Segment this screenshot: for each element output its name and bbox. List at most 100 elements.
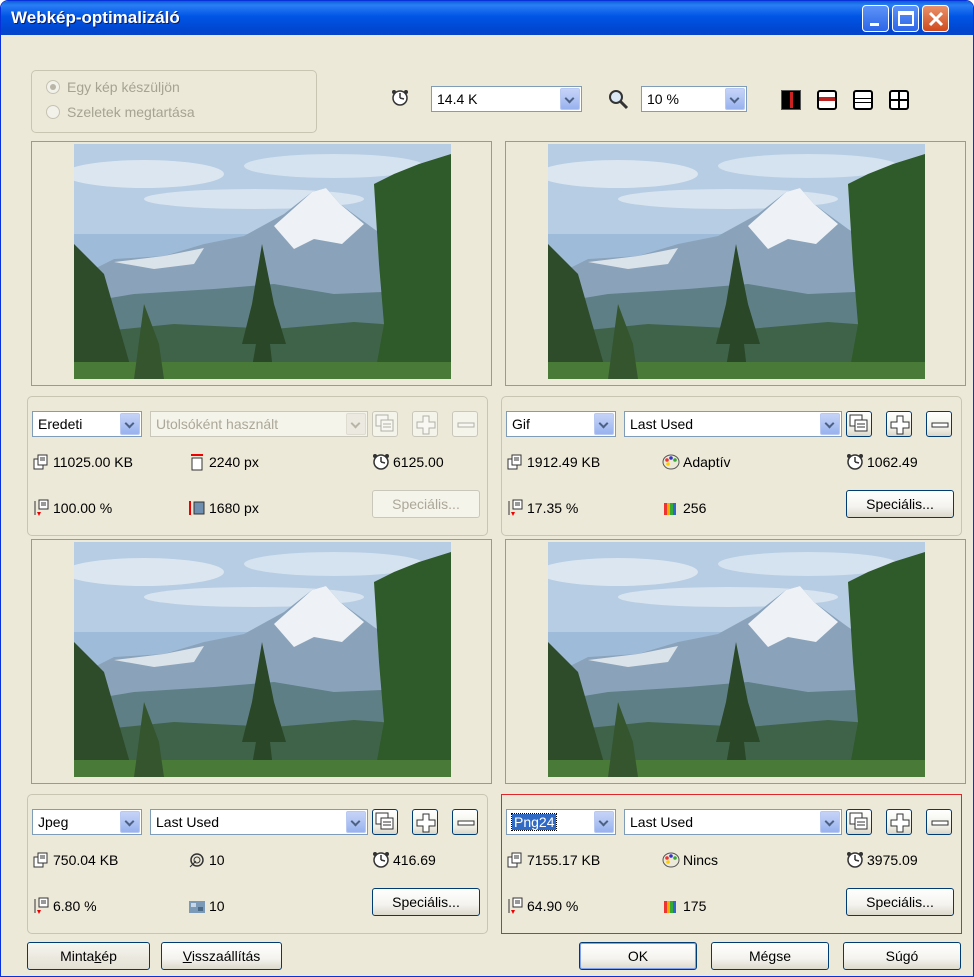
colors-icon — [662, 499, 680, 517]
add-preset-button[interactable] — [412, 809, 438, 835]
file-size-icon — [506, 851, 524, 869]
chevron-down-icon[interactable] — [120, 811, 140, 833]
zoom-select[interactable]: 10 % — [641, 86, 747, 112]
format-select[interactable]: Gif — [506, 411, 616, 437]
maximize-icon — [898, 11, 914, 26]
chevron-down-icon[interactable] — [820, 413, 840, 435]
preset-select[interactable]: Utolsóként használt — [150, 411, 368, 437]
ratio-icon — [32, 499, 50, 517]
remove-preset-button[interactable] — [452, 411, 478, 437]
copy-icon — [849, 414, 868, 432]
file-size-icon — [32, 453, 50, 471]
close-button[interactable] — [922, 5, 949, 32]
format-select-value: Png24 — [510, 813, 558, 831]
radio-slices-dot — [46, 105, 60, 119]
speed-select[interactable]: 14.4 K — [431, 86, 582, 112]
chevron-down-icon[interactable] — [820, 811, 840, 833]
smoothing-stat: 10 — [188, 897, 225, 915]
ratio-icon — [32, 897, 50, 915]
ratio-value: 17.35 % — [527, 500, 579, 516]
preview-original[interactable] — [31, 141, 492, 386]
chevron-down-icon[interactable] — [594, 811, 614, 833]
format-select[interactable]: Eredeti — [32, 411, 142, 437]
radio-keep-slices[interactable]: Szeletek megtartása — [46, 104, 195, 120]
preset-select[interactable]: Last Used — [624, 809, 842, 835]
chevron-down-icon[interactable] — [725, 88, 745, 110]
single-view-icon[interactable] — [781, 90, 801, 110]
file-size-stat: 1912.49 KB — [506, 453, 600, 471]
vertical-split-icon[interactable] — [853, 90, 873, 110]
format-select[interactable]: Jpeg — [32, 809, 142, 835]
chevron-down-icon[interactable] — [120, 413, 140, 435]
add-preset-button[interactable] — [886, 411, 912, 437]
download-time-value: 6125.00 — [393, 454, 444, 470]
sample-label-suffix: ép — [101, 948, 117, 964]
quality-stat: 10 — [188, 851, 225, 869]
preview-image — [548, 542, 925, 777]
reset-label-suffix: isszaállítás — [191, 948, 261, 964]
width-value: 2240 px — [209, 454, 259, 470]
cancel-button[interactable]: Mégse — [711, 942, 829, 970]
window-title: Webkép-optimalizáló — [11, 8, 180, 27]
copy-preset-button[interactable] — [846, 809, 872, 835]
ratio-value: 64.90 % — [527, 898, 579, 914]
special-button[interactable]: Speciális... — [846, 490, 954, 518]
horizontal-split-icon[interactable] — [817, 90, 837, 110]
chevron-down-icon[interactable] — [594, 413, 614, 435]
width-stat: 2240 px — [188, 453, 259, 471]
special-button[interactable]: Speciális... — [846, 888, 954, 916]
reset-button[interactable]: Visszaállítás — [161, 942, 282, 970]
radio-slices-label: Szeletek megtartása — [67, 104, 195, 120]
ratio-stat: 17.35 % — [506, 499, 578, 517]
preview-png[interactable] — [505, 539, 966, 784]
remove-preset-button[interactable] — [926, 809, 952, 835]
format-select[interactable]: Png24 — [506, 809, 616, 835]
clock-icon — [372, 851, 390, 869]
help-button[interactable]: Súgó — [843, 942, 961, 970]
preview-gif[interactable] — [505, 141, 966, 386]
palette-icon — [662, 453, 680, 471]
special-button[interactable]: Speciális... — [372, 490, 480, 518]
file-size-value: 750.04 KB — [53, 852, 119, 868]
copy-preset-button[interactable] — [372, 809, 398, 835]
ratio-stat: 100.00 % — [32, 499, 112, 517]
maximize-button[interactable] — [892, 5, 919, 32]
preset-select[interactable]: Last Used — [150, 809, 368, 835]
preview-jpeg[interactable] — [31, 539, 492, 784]
minimize-button[interactable] — [862, 5, 889, 32]
copy-preset-button[interactable] — [846, 411, 872, 437]
radio-single-image[interactable]: Egy kép készüljön — [46, 79, 180, 95]
chevron-down-icon[interactable] — [346, 811, 366, 833]
copy-preset-button[interactable] — [372, 411, 398, 437]
remove-preset-button[interactable] — [452, 809, 478, 835]
download-speed-icon — [391, 89, 409, 107]
download-time-value: 1062.49 — [867, 454, 918, 470]
download-time-stat: 1062.49 — [846, 453, 918, 471]
ratio-value: 100.00 % — [53, 500, 113, 516]
chevron-down-icon[interactable] — [346, 413, 366, 435]
palette-stat: Nincs — [662, 851, 718, 869]
file-size-icon — [506, 453, 524, 471]
clock-icon — [846, 851, 864, 869]
quad-view-icon[interactable] — [889, 90, 909, 110]
sample-image-button[interactable]: Mintakép — [27, 942, 150, 970]
remove-preset-button[interactable] — [926, 411, 952, 437]
copy-icon — [849, 812, 868, 830]
preset-select[interactable]: Last Used — [624, 411, 842, 437]
format-select-value: Jpeg — [38, 814, 69, 830]
panel-gif: Gif Last Used 1912.49 KB Adaptív 1062.49… — [501, 396, 962, 536]
plus-icon — [416, 415, 436, 435]
file-size-stat: 750.04 KB — [32, 851, 118, 869]
chevron-down-icon[interactable] — [560, 88, 580, 110]
preview-image — [548, 144, 925, 379]
preset-select-value: Utolsóként használt — [156, 416, 279, 432]
add-preset-button[interactable] — [886, 809, 912, 835]
download-time-stat: 3975.09 — [846, 851, 918, 869]
reset-label-key: V — [182, 948, 192, 964]
add-preset-button[interactable] — [412, 411, 438, 437]
panel-png: Png24 Last Used 7155.17 KB Nincs 3975.09… — [501, 794, 962, 934]
download-time-stat: 6125.00 — [372, 453, 444, 471]
ok-button[interactable]: OK — [579, 942, 697, 970]
special-button[interactable]: Speciális... — [372, 888, 480, 916]
minus-icon — [931, 422, 949, 428]
